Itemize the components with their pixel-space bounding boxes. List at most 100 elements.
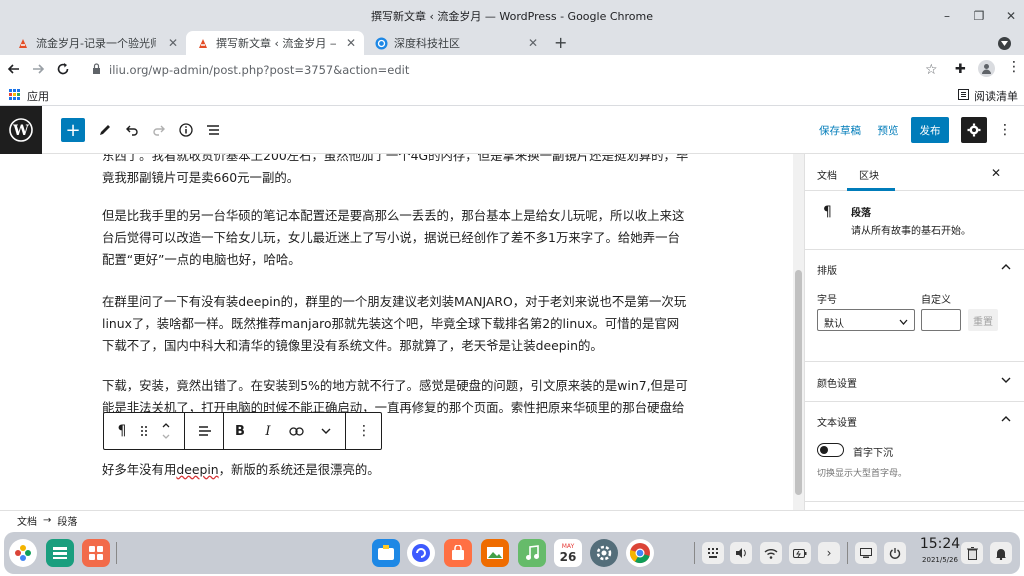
address-bar[interactable]: iliu.org/wp-admin/post.php?post=3757&act…: [80, 59, 944, 81]
preview-button[interactable]: 预览: [872, 118, 904, 142]
move-up-down-icon[interactable]: [156, 413, 176, 449]
tab-close-icon[interactable]: ✕: [168, 36, 178, 50]
italic-button[interactable]: I: [256, 413, 280, 449]
launcher-icon[interactable]: [9, 539, 37, 567]
redo-icon[interactable]: [149, 118, 169, 142]
profile-avatar-icon[interactable]: [978, 60, 995, 77]
sidebar-tabs: 文档 区块 ✕: [805, 154, 1024, 191]
battery-icon[interactable]: [789, 542, 811, 564]
browser-spiral-icon[interactable]: [407, 539, 435, 567]
maximize-button[interactable]: ❐: [962, 0, 996, 31]
breadcrumb-paragraph[interactable]: 段落: [57, 513, 77, 528]
volume-icon[interactable]: [730, 542, 752, 564]
calendar-icon[interactable]: MAY 26: [554, 539, 582, 567]
color-settings-panel[interactable]: 颜色设置: [805, 361, 1024, 401]
wordpress-logo-icon[interactable]: W: [0, 106, 42, 154]
paragraph-block[interactable]: 但是比我手里的另一台华硕的笔记本配置还是要高那么一丢丢的，那台基本上是给女儿玩呢…: [102, 205, 690, 271]
tab-deepin-community[interactable]: 深度科技社区 ✕: [364, 31, 546, 55]
taskbar-dock: MAY 26 › 15:24 2021/5/26: [4, 532, 1020, 574]
multitask-view-icon[interactable]: [46, 539, 74, 567]
minimize-button[interactable]: –: [930, 0, 964, 31]
new-tab-button[interactable]: +: [554, 33, 567, 52]
notification-bell-icon[interactable]: [990, 542, 1012, 564]
forward-arrow-icon[interactable]: [30, 61, 46, 81]
save-draft-button[interactable]: 保存草稿: [815, 118, 865, 142]
tab-block[interactable]: 区块: [859, 167, 879, 182]
settings-sidebar: 文档 区块 ✕ ¶ 段落 请从所有故事的基石开始。 排版 字号 自定义 默认 重…: [804, 154, 1024, 510]
reading-list-icon[interactable]: [958, 89, 969, 103]
window-grid-icon[interactable]: [82, 539, 110, 567]
tab-new-post[interactable]: 撰写新文章 ‹ 流金岁月 — Wo ✕: [186, 31, 364, 55]
drop-cap-toggle[interactable]: [817, 443, 844, 457]
clock-time[interactable]: 15:24: [915, 536, 965, 552]
tools-pencil-icon[interactable]: [95, 118, 115, 142]
options-menu-icon[interactable]: ⋮: [995, 118, 1015, 142]
tab-document[interactable]: 文档: [817, 167, 837, 182]
settings-gear-icon[interactable]: [961, 117, 987, 143]
color-settings-title[interactable]: 颜色设置: [817, 375, 857, 390]
reload-icon[interactable]: [55, 61, 71, 81]
svg-text:W: W: [12, 123, 29, 139]
block-options-icon[interactable]: ⋮: [352, 413, 376, 449]
reset-button[interactable]: 重置: [968, 309, 998, 331]
chevron-up-icon[interactable]: [1001, 414, 1011, 425]
drag-handle-icon[interactable]: [136, 413, 152, 449]
link-icon[interactable]: [284, 413, 308, 449]
extensions-puzzle-icon[interactable]: ✚: [955, 62, 966, 77]
music-note-icon[interactable]: [518, 539, 546, 567]
editor-canvas[interactable]: 东西了。我看就收货价基本上200左右，虽然他加了一个4G的内存，但是拿来换一副镜…: [0, 154, 793, 510]
chrome-app-icon[interactable]: [626, 539, 654, 567]
more-formats-chevron-icon[interactable]: [314, 413, 338, 449]
typography-title[interactable]: 排版: [817, 262, 837, 277]
file-manager-icon[interactable]: [372, 539, 400, 567]
align-left-icon[interactable]: [192, 413, 218, 449]
paragraph-block[interactable]: 在群里问了一下有没有装deepin的，群里的一个朋友建议老刘装MANJARO，对…: [102, 291, 690, 357]
tab-liujin-home[interactable]: 流金岁月-记录一个验光师著 ✕: [6, 31, 186, 55]
custom-size-input[interactable]: [921, 309, 961, 331]
bookmark-star-icon[interactable]: ☆: [925, 62, 938, 78]
active-tab-indicator: [847, 188, 895, 191]
apps-bookmark[interactable]: 应用: [27, 88, 49, 104]
chevron-up-icon[interactable]: [1001, 262, 1011, 273]
system-settings-icon[interactable]: [590, 539, 618, 567]
list-view-icon[interactable]: [203, 118, 223, 142]
paragraph-block-selected[interactable]: 好多年没有用deepin，新版的系统还是很漂亮的。: [102, 459, 690, 481]
details-info-icon[interactable]: [176, 118, 196, 142]
tab-search-icon[interactable]: [998, 37, 1011, 50]
apps-grid-icon[interactable]: [9, 89, 20, 103]
text-settings-panel: 文本设置 首字下沉 切换显示大型首字母。: [805, 401, 1024, 501]
chevron-down-icon: [899, 317, 908, 328]
close-window-button[interactable]: ✕: [994, 0, 1024, 31]
editor-scrollbar[interactable]: [793, 154, 804, 510]
undo-icon[interactable]: [122, 118, 142, 142]
keyboard-icon[interactable]: [702, 542, 724, 564]
chevron-down-icon[interactable]: [1001, 375, 1011, 386]
back-arrow-icon[interactable]: [6, 61, 22, 81]
power-icon[interactable]: [884, 542, 906, 564]
chrome-menu-icon[interactable]: ⋮: [1007, 60, 1021, 74]
clock-date: 2021/5/26: [922, 556, 958, 564]
trash-icon[interactable]: [961, 542, 983, 564]
scrollbar-thumb[interactable]: [795, 270, 802, 495]
bold-button[interactable]: B: [228, 413, 252, 449]
paragraph-block-icon[interactable]: ¶: [110, 413, 134, 449]
window-title: 撰写新文章 ‹ 流金岁月 — WordPress - Google Chrome: [370, 9, 653, 23]
publish-button[interactable]: 发布: [911, 117, 949, 143]
wifi-icon[interactable]: [760, 542, 782, 564]
text-settings-title[interactable]: 文本设置: [817, 414, 857, 429]
paragraph-block[interactable]: 东西了。我看就收货价基本上200左右，虽然他加了一个4G的内存，但是拿来换一副镜…: [102, 154, 690, 189]
close-sidebar-icon[interactable]: ✕: [991, 166, 1001, 180]
expand-tray-chevron-icon[interactable]: ›: [818, 542, 840, 564]
url-text: iliu.org/wp-admin/post.php?post=3757&act…: [109, 63, 410, 77]
show-desktop-icon[interactable]: [855, 542, 877, 564]
tab-close-icon[interactable]: ✕: [528, 36, 538, 50]
font-size-select[interactable]: 默认: [817, 309, 915, 331]
app-store-bag-icon[interactable]: [444, 539, 472, 567]
tab-close-icon[interactable]: ✕: [346, 36, 356, 50]
breadcrumb-document[interactable]: 文档: [17, 513, 37, 528]
reading-list-label[interactable]: 阅读清单: [974, 88, 1018, 104]
drop-cap-label: 首字下沉: [853, 448, 893, 459]
wordpress-favicon-icon: [16, 36, 30, 50]
add-block-button[interactable]: +: [61, 118, 85, 142]
photos-icon[interactable]: [481, 539, 509, 567]
